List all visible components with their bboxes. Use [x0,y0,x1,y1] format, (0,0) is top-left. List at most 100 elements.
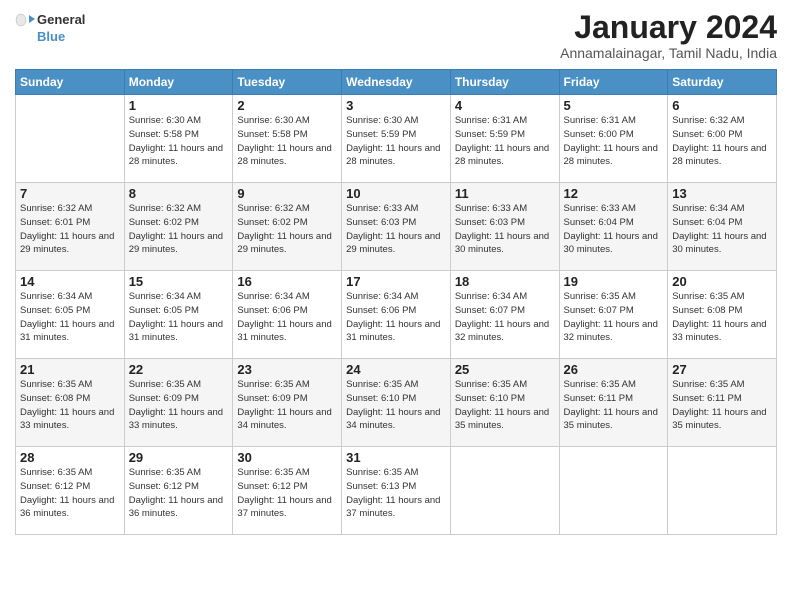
day-number: 30 [237,450,337,465]
logo-text-general: General [37,13,85,27]
day-detail: Sunrise: 6:33 AMSunset: 6:03 PMDaylight:… [346,202,446,257]
logo-bird-icon [15,10,35,30]
day-cell: 30 Sunrise: 6:35 AMSunset: 6:12 PMDaylig… [233,447,342,535]
day-detail: Sunrise: 6:35 AMSunset: 6:12 PMDaylight:… [20,466,120,521]
day-detail: Sunrise: 6:33 AMSunset: 6:04 PMDaylight:… [564,202,664,257]
day-cell: 5 Sunrise: 6:31 AMSunset: 6:00 PMDayligh… [559,95,668,183]
day-cell: 7 Sunrise: 6:32 AMSunset: 6:01 PMDayligh… [16,183,125,271]
day-number: 14 [20,274,120,289]
day-detail: Sunrise: 6:35 AMSunset: 6:12 PMDaylight:… [129,466,229,521]
col-friday: Friday [559,70,668,95]
day-cell: 21 Sunrise: 6:35 AMSunset: 6:08 PMDaylig… [16,359,125,447]
day-detail: Sunrise: 6:34 AMSunset: 6:04 PMDaylight:… [672,202,772,257]
day-detail: Sunrise: 6:35 AMSunset: 6:08 PMDaylight:… [672,290,772,345]
day-number: 6 [672,98,772,113]
day-number: 5 [564,98,664,113]
day-cell [668,447,777,535]
day-detail: Sunrise: 6:34 AMSunset: 6:06 PMDaylight:… [346,290,446,345]
calendar-page: General Blue January 2024 Annamalainagar… [0,0,792,612]
day-number: 13 [672,186,772,201]
day-number: 26 [564,362,664,377]
day-number: 20 [672,274,772,289]
header: General Blue January 2024 Annamalainagar… [15,10,777,61]
day-cell: 24 Sunrise: 6:35 AMSunset: 6:10 PMDaylig… [342,359,451,447]
col-wednesday: Wednesday [342,70,451,95]
day-number: 27 [672,362,772,377]
day-detail: Sunrise: 6:35 AMSunset: 6:09 PMDaylight:… [129,378,229,433]
col-saturday: Saturday [668,70,777,95]
day-cell: 19 Sunrise: 6:35 AMSunset: 6:07 PMDaylig… [559,271,668,359]
day-cell [559,447,668,535]
day-number: 24 [346,362,446,377]
day-detail: Sunrise: 6:34 AMSunset: 6:06 PMDaylight:… [237,290,337,345]
header-row: Sunday Monday Tuesday Wednesday Thursday… [16,70,777,95]
day-cell: 15 Sunrise: 6:34 AMSunset: 6:05 PMDaylig… [124,271,233,359]
day-detail: Sunrise: 6:35 AMSunset: 6:10 PMDaylight:… [455,378,555,433]
day-cell: 14 Sunrise: 6:34 AMSunset: 6:05 PMDaylig… [16,271,125,359]
day-number: 28 [20,450,120,465]
day-cell: 11 Sunrise: 6:33 AMSunset: 6:03 PMDaylig… [450,183,559,271]
day-detail: Sunrise: 6:32 AMSunset: 6:02 PMDaylight:… [237,202,337,257]
day-number: 12 [564,186,664,201]
day-number: 3 [346,98,446,113]
day-cell [16,95,125,183]
day-detail: Sunrise: 6:30 AMSunset: 5:58 PMDaylight:… [129,114,229,169]
day-detail: Sunrise: 6:30 AMSunset: 5:58 PMDaylight:… [237,114,337,169]
week-row-0: 1 Sunrise: 6:30 AMSunset: 5:58 PMDayligh… [16,95,777,183]
day-number: 21 [20,362,120,377]
day-cell: 9 Sunrise: 6:32 AMSunset: 6:02 PMDayligh… [233,183,342,271]
day-number: 15 [129,274,229,289]
day-number: 9 [237,186,337,201]
day-detail: Sunrise: 6:34 AMSunset: 6:07 PMDaylight:… [455,290,555,345]
day-cell: 29 Sunrise: 6:35 AMSunset: 6:12 PMDaylig… [124,447,233,535]
day-number: 17 [346,274,446,289]
day-number: 1 [129,98,229,113]
day-number: 19 [564,274,664,289]
day-detail: Sunrise: 6:34 AMSunset: 6:05 PMDaylight:… [129,290,229,345]
day-detail: Sunrise: 6:30 AMSunset: 5:59 PMDaylight:… [346,114,446,169]
day-number: 7 [20,186,120,201]
month-title: January 2024 [560,10,777,45]
day-cell: 2 Sunrise: 6:30 AMSunset: 5:58 PMDayligh… [233,95,342,183]
col-monday: Monday [124,70,233,95]
day-cell: 13 Sunrise: 6:34 AMSunset: 6:04 PMDaylig… [668,183,777,271]
calendar-table: Sunday Monday Tuesday Wednesday Thursday… [15,69,777,535]
week-row-3: 21 Sunrise: 6:35 AMSunset: 6:08 PMDaylig… [16,359,777,447]
day-detail: Sunrise: 6:32 AMSunset: 6:01 PMDaylight:… [20,202,120,257]
day-detail: Sunrise: 6:35 AMSunset: 6:09 PMDaylight:… [237,378,337,433]
day-cell: 20 Sunrise: 6:35 AMSunset: 6:08 PMDaylig… [668,271,777,359]
day-detail: Sunrise: 6:34 AMSunset: 6:05 PMDaylight:… [20,290,120,345]
day-detail: Sunrise: 6:35 AMSunset: 6:08 PMDaylight:… [20,378,120,433]
day-number: 16 [237,274,337,289]
day-cell: 17 Sunrise: 6:34 AMSunset: 6:06 PMDaylig… [342,271,451,359]
day-cell: 6 Sunrise: 6:32 AMSunset: 6:00 PMDayligh… [668,95,777,183]
day-cell: 3 Sunrise: 6:30 AMSunset: 5:59 PMDayligh… [342,95,451,183]
day-detail: Sunrise: 6:35 AMSunset: 6:11 PMDaylight:… [564,378,664,433]
day-cell: 10 Sunrise: 6:33 AMSunset: 6:03 PMDaylig… [342,183,451,271]
day-number: 25 [455,362,555,377]
day-cell: 4 Sunrise: 6:31 AMSunset: 5:59 PMDayligh… [450,95,559,183]
day-cell: 12 Sunrise: 6:33 AMSunset: 6:04 PMDaylig… [559,183,668,271]
day-cell: 22 Sunrise: 6:35 AMSunset: 6:09 PMDaylig… [124,359,233,447]
day-number: 23 [237,362,337,377]
col-tuesday: Tuesday [233,70,342,95]
day-detail: Sunrise: 6:31 AMSunset: 6:00 PMDaylight:… [564,114,664,169]
week-row-2: 14 Sunrise: 6:34 AMSunset: 6:05 PMDaylig… [16,271,777,359]
day-detail: Sunrise: 6:32 AMSunset: 6:00 PMDaylight:… [672,114,772,169]
day-detail: Sunrise: 6:35 AMSunset: 6:07 PMDaylight:… [564,290,664,345]
title-block: January 2024 Annamalainagar, Tamil Nadu,… [560,10,777,61]
day-cell: 27 Sunrise: 6:35 AMSunset: 6:11 PMDaylig… [668,359,777,447]
day-cell: 25 Sunrise: 6:35 AMSunset: 6:10 PMDaylig… [450,359,559,447]
day-cell [450,447,559,535]
day-number: 4 [455,98,555,113]
day-number: 29 [129,450,229,465]
day-number: 18 [455,274,555,289]
day-detail: Sunrise: 6:35 AMSunset: 6:13 PMDaylight:… [346,466,446,521]
logo: General Blue [15,10,85,44]
day-cell: 28 Sunrise: 6:35 AMSunset: 6:12 PMDaylig… [16,447,125,535]
day-number: 31 [346,450,446,465]
day-cell: 1 Sunrise: 6:30 AMSunset: 5:58 PMDayligh… [124,95,233,183]
week-row-1: 7 Sunrise: 6:32 AMSunset: 6:01 PMDayligh… [16,183,777,271]
day-cell: 31 Sunrise: 6:35 AMSunset: 6:13 PMDaylig… [342,447,451,535]
day-detail: Sunrise: 6:32 AMSunset: 6:02 PMDaylight:… [129,202,229,257]
